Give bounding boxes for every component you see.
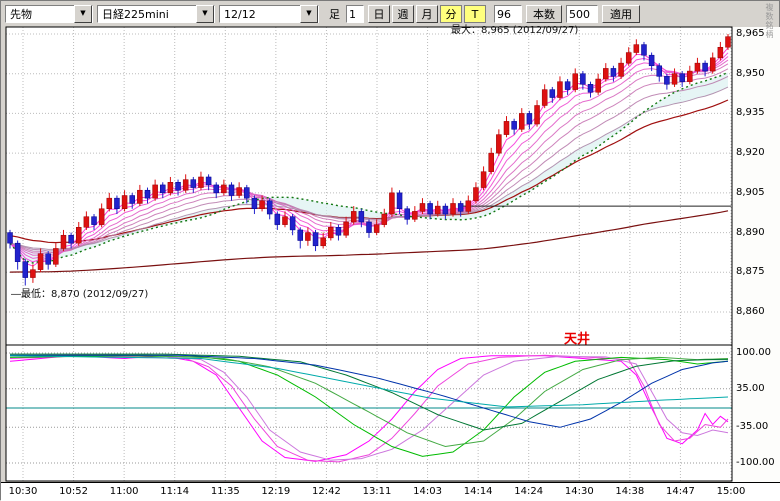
time-axis-label: 14:30 [565,486,594,497]
right-vertical-label: 複数銘柄 [764,3,775,39]
price-axis-label: 8,890 [736,227,765,238]
chart-canvas [1,1,780,501]
time-axis-label: 12:42 [312,486,341,497]
price-axis-label: 8,875 [736,266,765,277]
time-axis-label: 14:03 [413,486,442,497]
time-axis-label: 14:47 [666,486,695,497]
price-axis-label: 8,860 [736,306,765,317]
price-axis-label: 8,965 [736,28,765,39]
min-annotation: ―最低：8,870 (2012/09/27) [11,285,148,300]
time-axis-label: 10:52 [59,486,88,497]
time-axis-label: 15:00 [717,486,746,497]
ceiling-annotation: 天井 [564,328,590,347]
price-axis-label: 8,905 [736,187,765,198]
price-axis-label: 8,935 [736,107,765,118]
osc-axis-label: -100.00 [736,457,775,468]
time-axis-label: 11:35 [211,486,240,497]
time-axis-label: 14:38 [615,486,644,497]
price-axis-label: 8,950 [736,68,765,79]
time-axis-label: 12:19 [261,486,290,497]
time-axis-label: 14:14 [464,486,493,497]
osc-axis-label: 35.00 [736,383,765,394]
osc-axis-label: -35.00 [736,421,768,432]
time-axis-label: 11:00 [110,486,139,497]
time-axis-label: 10:30 [9,486,38,497]
price-axis-label: 8,920 [736,147,765,158]
time-axis-label: 11:14 [160,486,189,497]
time-axis: 10:30 10:52 11:00 11:14 11:35 12:19 12:42 13:11… [1,482,780,501]
osc-axis-label: 100.00 [736,347,771,358]
time-axis-label: 13:11 [363,486,392,497]
time-axis-label: 14:24 [514,486,543,497]
max-annotation: 最大：8,965 (2012/09/27) [451,21,578,36]
